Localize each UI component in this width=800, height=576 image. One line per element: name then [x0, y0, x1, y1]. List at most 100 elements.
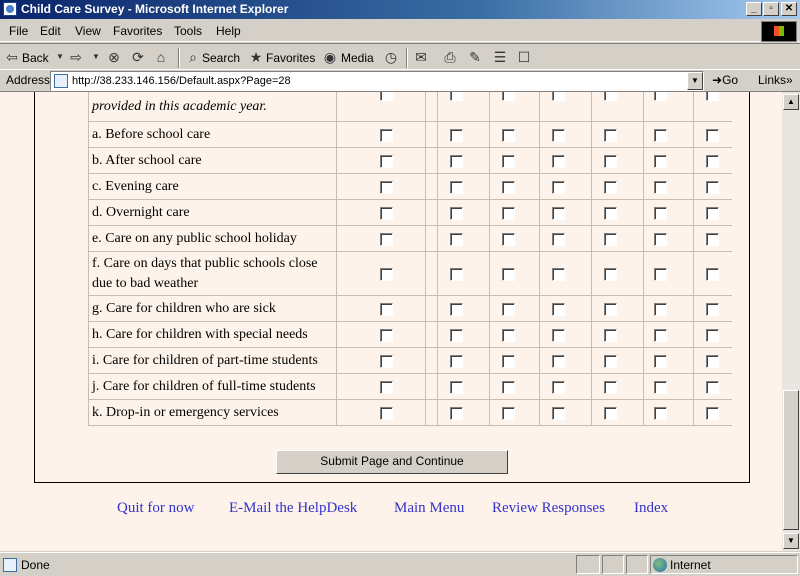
option-cell — [592, 148, 644, 173]
option-cell — [592, 92, 644, 121]
status-panel — [576, 555, 600, 574]
toolbar-separator — [406, 48, 408, 68]
media-button[interactable]: Media — [341, 48, 374, 68]
option-checkbox[interactable] — [706, 207, 719, 220]
menu-tools[interactable]: Tools — [174, 24, 202, 38]
item-label: f. Care on days that public schools clos… — [88, 252, 337, 295]
scroll-thumb[interactable] — [783, 390, 799, 530]
search-icon[interactable]: ⌕ — [185, 49, 201, 65]
links-chevron-icon[interactable]: » — [786, 73, 793, 87]
back-dropdown-icon[interactable]: ▼ — [52, 49, 68, 65]
ie-app-icon — [3, 2, 17, 16]
option-checkbox[interactable] — [706, 233, 719, 246]
option-cell — [438, 252, 490, 295]
menu-file[interactable]: File — [9, 24, 28, 38]
option-cell — [644, 148, 694, 173]
helpdesk-link[interactable]: E-Mail the HelpDesk — [229, 500, 357, 517]
history-icon[interactable]: ◷ — [383, 49, 399, 65]
option-cell — [540, 226, 592, 251]
forward-dropdown-icon[interactable]: ▼ — [88, 49, 104, 65]
item-label: g. Care for children who are sick — [88, 296, 337, 321]
forward-arrow-icon[interactable]: ⇨ — [68, 49, 84, 65]
favorites-button[interactable]: Favorites — [266, 48, 315, 68]
mail-icon[interactable]: ✉ — [413, 49, 429, 65]
option-cell — [490, 226, 540, 251]
index-link[interactable]: Index — [634, 500, 668, 517]
option-cell — [388, 374, 438, 399]
minimize-button[interactable]: _ — [746, 2, 762, 16]
option-checkbox[interactable] — [706, 92, 719, 101]
menu-favorites[interactable]: Favorites — [113, 24, 162, 38]
page-content: provided in this academic year. a. Before… — [0, 92, 782, 551]
option-cell — [490, 148, 540, 173]
vertical-scrollbar[interactable]: ▲ ▼ — [782, 92, 800, 551]
option-cell — [490, 122, 540, 147]
quit-link[interactable]: Quit for now — [117, 500, 195, 517]
option-cell — [540, 296, 592, 321]
main-menu-link[interactable]: Main Menu — [394, 500, 464, 517]
option-cell — [438, 374, 490, 399]
toolbar-separator — [178, 48, 180, 68]
option-cell — [490, 374, 540, 399]
survey-item-row: c. Evening care — [88, 174, 732, 200]
item-label: k. Drop-in or emergency services — [88, 400, 337, 425]
scroll-down-icon[interactable]: ▼ — [783, 533, 799, 549]
option-cell — [490, 174, 540, 199]
survey-item-row: j. Care for children of full-time studen… — [88, 374, 732, 400]
option-cell — [490, 200, 540, 225]
menu-view[interactable]: View — [75, 24, 101, 38]
option-checkbox[interactable] — [706, 355, 719, 368]
option-cell — [644, 252, 694, 295]
stop-icon[interactable]: ⊗ — [106, 49, 122, 65]
option-cell — [592, 400, 644, 425]
favorites-icon[interactable]: ★ — [248, 49, 264, 65]
option-checkbox[interactable] — [706, 129, 719, 142]
address-dropdown-icon[interactable]: ▼ — [687, 72, 703, 90]
option-cell — [592, 174, 644, 199]
status-panel — [602, 555, 624, 574]
back-arrow-icon[interactable]: ⇦ — [4, 49, 20, 65]
address-url[interactable]: http://38.233.146.156/Default.aspx?Page=… — [72, 75, 291, 87]
address-input[interactable]: http://38.233.146.156/Default.aspx?Page=… — [50, 71, 704, 91]
media-icon[interactable]: ◉ — [322, 49, 338, 65]
survey-item-row: b. After school care — [88, 148, 732, 174]
maximize-button[interactable]: ▫ — [763, 2, 779, 16]
search-button[interactable]: Search — [202, 48, 240, 68]
survey-item-row: a. Before school care — [88, 122, 732, 148]
address-bar: Address http://38.233.146.156/Default.as… — [0, 70, 800, 92]
option-cell — [592, 322, 644, 347]
survey-item-row: g. Care for children who are sick — [88, 296, 732, 322]
menu-edit[interactable]: Edit — [40, 24, 61, 38]
scroll-up-icon[interactable]: ▲ — [783, 94, 799, 110]
option-cell — [592, 226, 644, 251]
option-checkbox[interactable] — [706, 407, 719, 420]
option-cell — [540, 252, 592, 295]
windows-logo-icon — [761, 21, 797, 42]
messenger-icon[interactable]: ☐ — [516, 49, 532, 65]
discuss-icon[interactable]: ☰ — [492, 49, 508, 65]
option-cell — [592, 200, 644, 225]
option-cell — [490, 296, 540, 321]
option-checkbox[interactable] — [706, 181, 719, 194]
option-cell — [388, 174, 438, 199]
item-label: h. Care for children with special needs — [88, 322, 337, 347]
option-checkbox[interactable] — [706, 381, 719, 394]
close-button[interactable]: ✕ — [781, 2, 797, 16]
option-checkbox[interactable] — [706, 268, 719, 281]
survey-item-row: e. Care on any public school holiday — [88, 226, 732, 252]
submit-button[interactable]: Submit Page and Continue — [276, 450, 508, 474]
option-checkbox[interactable] — [706, 329, 719, 342]
print-icon[interactable]: ⎙ — [442, 49, 458, 65]
window-title: Child Care Survey - Microsoft Internet E… — [21, 2, 289, 16]
menu-help[interactable]: Help — [216, 24, 241, 38]
refresh-icon[interactable]: ⟳ — [130, 49, 146, 65]
option-checkbox[interactable] — [706, 155, 719, 168]
home-icon[interactable]: ⌂ — [153, 49, 169, 65]
item-label: d. Overnight care — [88, 200, 337, 225]
edit-icon[interactable]: ✎ — [467, 49, 483, 65]
back-button[interactable]: Back — [22, 48, 49, 68]
review-responses-link[interactable]: Review Responses — [492, 500, 605, 517]
option-checkbox[interactable] — [706, 303, 719, 316]
go-button[interactable]: ➜Go — [712, 73, 738, 87]
links-button[interactable]: Links — [758, 73, 786, 87]
